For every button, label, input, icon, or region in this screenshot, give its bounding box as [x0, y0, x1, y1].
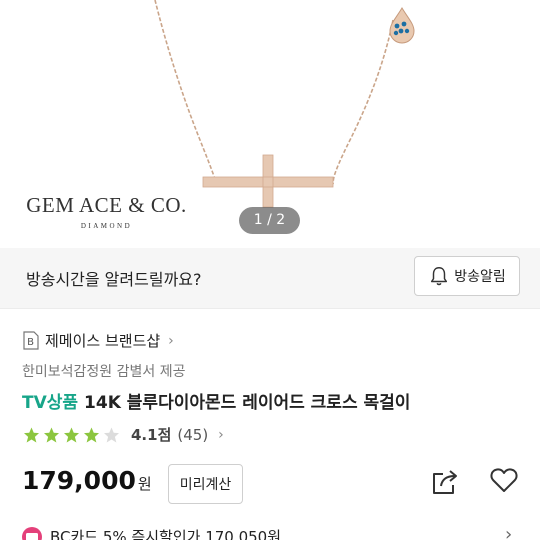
product-title: TV상품 14K 블루다이아몬드 레이어드 크로스 목걸이 — [22, 388, 410, 413]
preview-calc-button[interactable]: 미리계산 — [168, 464, 243, 504]
card-promo-text: BC카드 5% 즉시할인가 170,050원 — [50, 528, 282, 540]
star-full-icon — [84, 427, 99, 442]
broadcast-alarm-bar: 방송시간을 알려드릴까요? 방송알림 — [0, 248, 540, 308]
brand-badge-letter: B — [27, 337, 34, 348]
alarm-button-label: 방송알림 — [454, 269, 506, 285]
share-icon[interactable] — [430, 468, 460, 496]
star-full-icon — [24, 427, 39, 442]
brand-logo: GEM ACE & CO. DIAMOND — [24, 193, 189, 230]
brand-logo-sub: DIAMOND — [80, 222, 133, 230]
rating-link[interactable]: 4.1점 (45) › — [22, 424, 224, 445]
bell-icon — [431, 267, 448, 286]
broadcast-alarm-button[interactable]: 방송알림 — [414, 256, 520, 296]
product-name: 14K 블루다이아몬드 레이어드 크로스 목걸이 — [84, 393, 411, 413]
star-full-icon — [44, 427, 59, 442]
price-value: 179,000 — [22, 466, 136, 495]
tv-product-tag: TV상품 — [22, 393, 79, 413]
brand-name: 제메이스 브랜드샵 — [45, 332, 161, 350]
chevron-right-icon[interactable]: › — [505, 524, 512, 540]
product-image-carousel[interactable]: GEM ACE & CO. DIAMOND 1 / 2 — [0, 0, 540, 248]
brand-logo-main: GEM ACE & CO. — [26, 193, 187, 217]
heart-icon[interactable] — [490, 467, 518, 493]
rating-score: 4.1점 — [131, 426, 172, 444]
appraisal-note: 한미보석감정원 감별서 제공 — [22, 364, 186, 380]
section-divider — [0, 308, 540, 309]
chevron-right-icon: › — [168, 332, 174, 349]
chevron-right-icon: › — [218, 426, 224, 443]
broadcast-question: 방송시간을 알려드릴까요? — [26, 270, 202, 289]
rating-stars — [22, 426, 121, 444]
price-unit: 원 — [137, 475, 152, 493]
page-indicator: 1 / 2 — [239, 207, 300, 234]
card-promo-row[interactable]: BC카드 5% 즉시할인가 170,050원 — [22, 526, 281, 540]
brand-shop-link[interactable]: B 제메이스 브랜드샵 › — [22, 330, 174, 351]
star-empty-icon — [104, 427, 119, 442]
star-full-icon — [64, 427, 79, 442]
price: 179,000 원 — [22, 466, 152, 495]
brand-badge-icon: B — [23, 331, 39, 350]
card-badge-icon — [22, 526, 42, 540]
review-count: (45) — [177, 425, 209, 444]
